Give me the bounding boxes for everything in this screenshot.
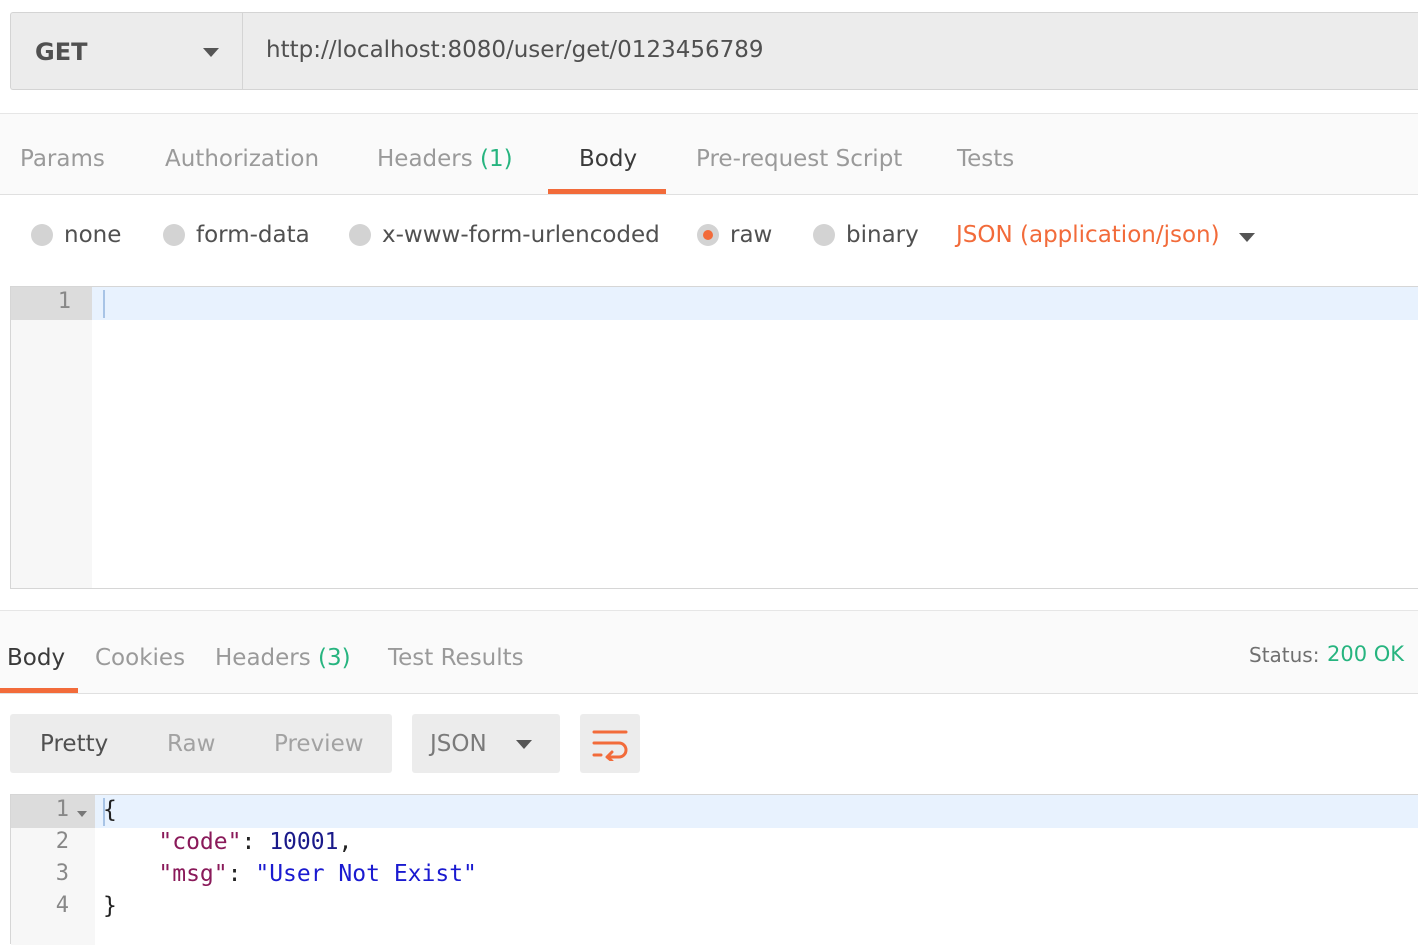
radio-none-label: none (64, 222, 122, 248)
active-line (92, 287, 1418, 320)
response-body-viewer[interactable]: 1 2 3 4 { "code": 10001, "msg": "User No… (10, 794, 1418, 945)
code-line: { (103, 797, 117, 823)
tab-headers[interactable]: Headers (1) (377, 146, 513, 172)
json-string-value: "User Not Exist" (255, 861, 477, 887)
request-body-editor[interactable]: 1 (10, 286, 1418, 589)
code-line: "code": 10001, (158, 829, 353, 855)
tab-params[interactable]: Params (20, 146, 105, 172)
json-key: "code" (158, 829, 242, 855)
tab-headers-label: Headers (377, 146, 473, 172)
radio-raw[interactable] (697, 224, 719, 246)
preview-button[interactable]: Preview (274, 731, 364, 757)
line-number: 4 (55, 893, 69, 918)
json-number-value: 10001 (269, 829, 339, 855)
active-tab-indicator (0, 688, 78, 693)
close-brace: } (103, 893, 117, 919)
wrap-lines-icon (592, 730, 628, 761)
url-input[interactable]: http://localhost:8080/user/get/012345678… (242, 12, 1418, 90)
tab-tests[interactable]: Tests (957, 146, 1014, 172)
tab-authorization[interactable]: Authorization (165, 146, 319, 172)
open-brace: { (103, 797, 117, 823)
line-number: 3 (55, 861, 69, 886)
format-label: JSON (430, 731, 487, 757)
radio-raw-label: raw (730, 222, 773, 248)
text-cursor (103, 290, 105, 318)
radio-form-data[interactable] (163, 224, 185, 246)
radio-binary-label: binary (846, 222, 919, 248)
format-select[interactable]: JSON (412, 714, 560, 773)
status-badge: 200 OK (1327, 642, 1405, 666)
response-tabs: Body Cookies Headers (3) Test Results St… (0, 610, 1418, 694)
radio-urlencoded[interactable] (349, 224, 371, 246)
line-number: 1 (57, 289, 71, 314)
code-line: } (103, 893, 117, 919)
method-label: GET (35, 38, 88, 66)
response-tab-body[interactable]: Body (7, 645, 65, 671)
raw-button[interactable]: Raw (167, 731, 215, 757)
response-headers-count: (3) (318, 645, 351, 671)
fold-caret-icon[interactable] (77, 811, 87, 817)
content-type-select[interactable]: JSON (application/json) (956, 222, 1220, 248)
url-text: http://localhost:8080/user/get/012345678… (266, 37, 764, 63)
active-tab-indicator (548, 189, 666, 194)
headers-count: (1) (480, 146, 513, 172)
pretty-button[interactable]: Pretty (40, 731, 108, 757)
caret-down-icon (203, 48, 219, 57)
radio-form-data-label: form-data (196, 222, 310, 248)
response-tab-headers[interactable]: Headers (3) (215, 645, 351, 671)
radio-binary[interactable] (813, 224, 835, 246)
line-number: 1 (55, 797, 69, 822)
request-tabs: Params Authorization Headers (1) Body Pr… (0, 113, 1418, 195)
json-key: "msg" (158, 861, 228, 887)
request-bar: GET http://localhost:8080/user/get/01234… (0, 0, 1418, 113)
caret-down-icon[interactable] (1239, 233, 1255, 242)
status-label: Status: (1249, 643, 1320, 667)
active-line (95, 795, 1418, 828)
method-select[interactable]: GET (10, 12, 242, 90)
caret-down-icon (516, 740, 532, 749)
code-line: "msg": "User Not Exist" (158, 861, 477, 887)
radio-urlencoded-label: x-www-form-urlencoded (382, 222, 660, 248)
tab-body[interactable]: Body (579, 146, 637, 172)
tab-pre-request-script[interactable]: Pre-request Script (696, 146, 902, 172)
radio-none[interactable] (31, 224, 53, 246)
line-number: 2 (55, 829, 69, 854)
response-tab-cookies[interactable]: Cookies (95, 645, 185, 671)
view-mode-group: Pretty Raw Preview (10, 714, 392, 773)
response-tab-test-results[interactable]: Test Results (388, 645, 524, 671)
editor-gutter (11, 287, 92, 588)
response-tab-headers-label: Headers (215, 645, 311, 671)
wrap-lines-button[interactable] (580, 714, 640, 773)
body-type-options: none form-data x-www-form-urlencoded raw… (0, 195, 1418, 285)
